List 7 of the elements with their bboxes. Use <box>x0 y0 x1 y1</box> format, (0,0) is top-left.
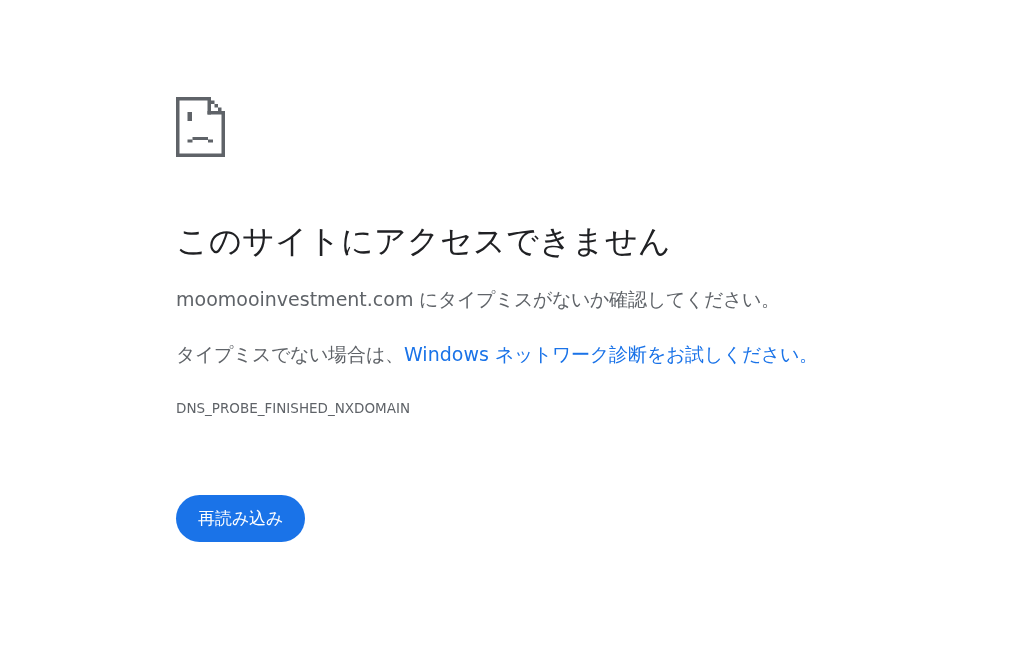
error-title: このサイトにアクセスできません <box>176 221 671 262</box>
sad-page-icon <box>176 97 225 157</box>
error-code: DNS_PROBE_FINISHED_NXDOMAIN <box>176 399 411 418</box>
typo-message: moomooinvestment.com にタイプミスがないか確認してください。 <box>176 287 781 312</box>
suggestion-text: タイプミスでない場合は、Windows ネットワーク診断をお試しください。 <box>176 342 818 367</box>
network-diagnostics-link[interactable]: Windows ネットワーク診断をお試しください。 <box>404 343 818 365</box>
reload-button[interactable]: 再読み込み <box>176 495 305 542</box>
